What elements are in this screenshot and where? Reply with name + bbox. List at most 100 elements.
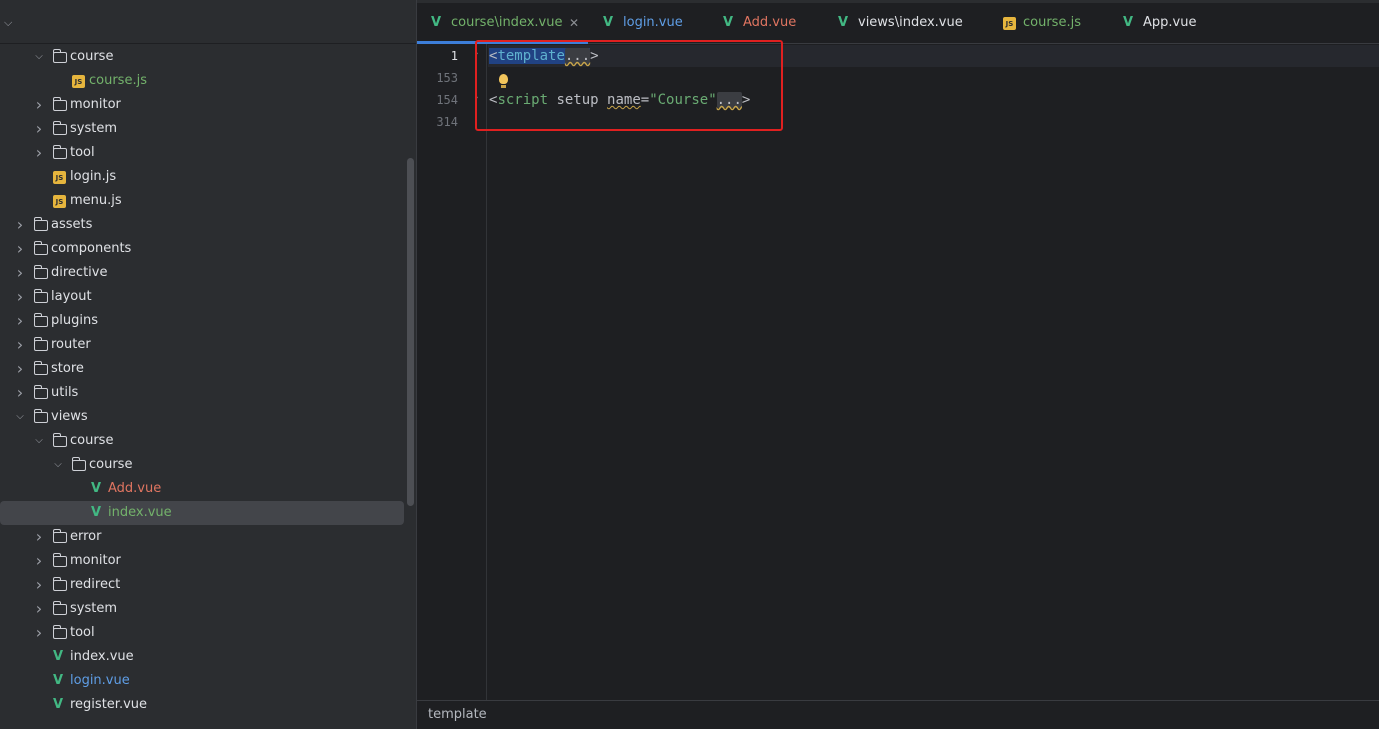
tree-item-course[interactable]: ⌵ course <box>0 429 405 453</box>
tree-item-course[interactable]: ⌵ course <box>0 453 405 477</box>
tree-item-index-vue[interactable]: Vindex.vue <box>0 501 404 525</box>
sidebar-header: ⌵ <box>0 0 416 44</box>
tree-item-label: utils <box>51 385 79 400</box>
chevron-right-icon[interactable]: › <box>33 573 45 597</box>
chevron-down-icon[interactable]: ⌵ <box>33 45 45 69</box>
js-file-icon: JS <box>53 195 66 208</box>
line-gutter: 1 153 154 314 › › <box>417 44 487 700</box>
breadcrumb[interactable]: template <box>428 707 487 722</box>
chevron-right-icon[interactable]: › <box>14 381 26 405</box>
tree-item-label: plugins <box>51 313 98 328</box>
chevron-right-icon[interactable]: › <box>14 261 26 285</box>
chevron-right-icon[interactable]: › <box>14 213 26 237</box>
tree-item-label: login.js <box>70 169 117 184</box>
tree-item-monitor[interactable]: › monitor <box>0 93 405 117</box>
tree-item-tool[interactable]: › tool <box>0 141 405 165</box>
editor-tab-bar: Vcourse\index.vue ✕ Vlogin.vue V Add.vue Vvie… <box>417 0 1379 44</box>
tab-label: views\index.vue <box>858 15 963 30</box>
chevron-right-icon[interactable]: › <box>14 237 26 261</box>
chevron-right-icon[interactable]: › <box>33 141 45 165</box>
chevron-right-icon[interactable]: › <box>14 285 26 309</box>
chevron-down-icon[interactable]: ⌵ <box>33 429 45 453</box>
tree-item-label: menu.js <box>70 193 122 208</box>
tree-item-label: system <box>70 121 117 136</box>
tree-item-label: register.vue <box>70 697 148 712</box>
tree-item-course[interactable]: ⌵ course <box>0 45 405 69</box>
vue-file-icon: V <box>91 481 102 496</box>
chevron-down-icon[interactable]: ⌵ <box>14 405 26 429</box>
tree-item-label: index.vue <box>70 649 134 664</box>
chevron-right-icon[interactable]: › <box>14 333 26 357</box>
tree-item-utils[interactable]: › utils <box>0 381 405 405</box>
tree-item-login-js[interactable]: JS login.js <box>0 165 405 189</box>
chevron-right-icon[interactable]: › <box>14 357 26 381</box>
tree-item-layout[interactable]: › layout <box>0 285 405 309</box>
tree-item-assets[interactable]: › assets <box>0 213 405 237</box>
chevron-right-icon[interactable]: › <box>33 549 45 573</box>
vue-file-icon: V <box>53 649 64 664</box>
folder-icon <box>53 529 67 543</box>
tree-item-label: course <box>89 457 133 472</box>
tree-item-monitor[interactable]: › monitor <box>0 549 405 573</box>
tree-item-register-vue[interactable]: Vregister.vue <box>0 693 405 717</box>
chevron-right-icon[interactable]: › <box>33 621 45 645</box>
chevron-down-icon[interactable]: ⌵ <box>52 453 64 477</box>
line-number: 314 <box>436 115 458 129</box>
tree-item-error[interactable]: › error <box>0 525 405 549</box>
vue-file-icon: V <box>53 697 64 712</box>
tree-item-system[interactable]: › system <box>0 117 405 141</box>
folder-icon <box>34 313 48 327</box>
js-file-icon: JS <box>53 171 66 184</box>
folder-icon <box>34 337 48 351</box>
tree-item-system[interactable]: › system <box>0 597 405 621</box>
project-sidebar: ⌵ ⌵ course JS course.js › monitor › system › tool… <box>0 0 416 729</box>
tree-item-label: course <box>70 49 114 64</box>
folder-icon <box>53 49 67 63</box>
line-number: 153 <box>436 71 458 85</box>
folder-icon <box>34 385 48 399</box>
tree-item-tool[interactable]: › tool <box>0 621 405 645</box>
tree-item-login-vue[interactable]: Vlogin.vue <box>0 669 405 693</box>
tree-item-redirect[interactable]: › redirect <box>0 573 405 597</box>
tree-item-label: system <box>70 601 117 616</box>
tree-item-router[interactable]: › router <box>0 333 405 357</box>
folder-icon <box>34 289 48 303</box>
folder-icon <box>53 121 67 135</box>
folder-icon <box>34 361 48 375</box>
tree-item-menu-js[interactable]: JS menu.js <box>0 189 405 213</box>
close-icon[interactable]: ✕ <box>569 3 579 43</box>
chevron-down-icon[interactable]: ⌵ <box>4 16 12 30</box>
tree-item-store[interactable]: › store <box>0 357 405 381</box>
chevron-right-icon[interactable]: › <box>33 117 45 141</box>
tab-label: App.vue <box>1143 15 1197 30</box>
tree-item-label: tool <box>70 145 95 160</box>
chevron-right-icon[interactable]: › <box>33 93 45 117</box>
folder-icon <box>34 241 48 255</box>
tree-item-label: Add.vue <box>108 481 162 496</box>
vue-file-icon: V <box>838 15 849 30</box>
chevron-right-icon[interactable]: › <box>33 597 45 621</box>
tree-item-add-vue[interactable]: V Add.vue <box>0 477 405 501</box>
tree-item-label: login.vue <box>70 673 130 688</box>
vue-file-icon: V <box>431 15 442 30</box>
tree-item-course-js[interactable]: JS course.js <box>0 69 405 93</box>
tree-item-views[interactable]: ⌵ views <box>0 405 405 429</box>
vue-file-icon: V <box>91 505 102 520</box>
folder-icon <box>72 457 86 471</box>
tree-item-label: index.vue <box>108 505 172 520</box>
folder-icon <box>34 217 48 231</box>
sidebar-scrollbar[interactable] <box>407 158 414 506</box>
tree-item-label: monitor <box>70 553 121 568</box>
tree-item-label: assets <box>51 217 93 232</box>
chevron-right-icon[interactable]: › <box>33 525 45 549</box>
tree-item-plugins[interactable]: › plugins <box>0 309 405 333</box>
tree-item-components[interactable]: › components <box>0 237 405 261</box>
tree-item-label: error <box>70 529 102 544</box>
folder-icon <box>53 577 67 591</box>
tree-item-index-vue[interactable]: Vindex.vue <box>0 645 405 669</box>
tree-item-label: store <box>51 361 84 376</box>
tree-item-directive[interactable]: › directive <box>0 261 405 285</box>
line-number: 154 <box>436 93 458 107</box>
tree-item-label: router <box>51 337 91 352</box>
chevron-right-icon[interactable]: › <box>14 309 26 333</box>
